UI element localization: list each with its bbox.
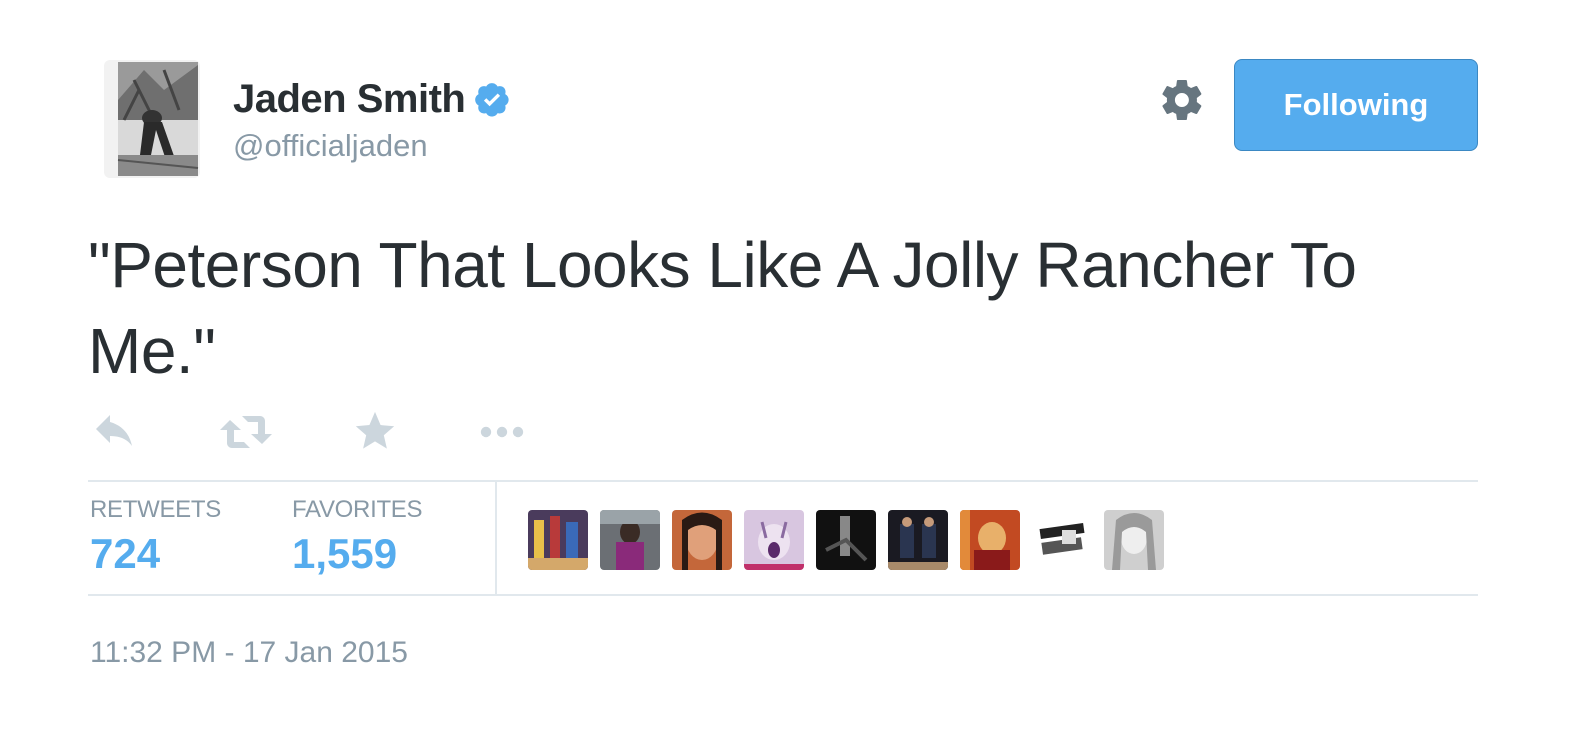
retweets-stat[interactable]: RETWEETS 724 (90, 496, 221, 578)
gear-icon[interactable] (1158, 76, 1206, 124)
following-button[interactable]: Following (1234, 59, 1478, 151)
favorites-label: FAVORITES (292, 496, 423, 523)
verified-badge-icon (473, 80, 511, 118)
favoriter-avatar[interactable] (600, 510, 660, 570)
reply-icon[interactable] (90, 408, 142, 456)
stats-top-divider (88, 480, 1478, 482)
user-handle[interactable]: @officialjaden (233, 128, 511, 164)
favorites-stat[interactable]: FAVORITES 1,559 (292, 496, 423, 578)
stats-bottom-divider (88, 594, 1478, 596)
tweet-timestamp[interactable]: 11:32 PM - 17 Jan 2015 (90, 636, 408, 670)
favoriter-avatar[interactable] (816, 510, 876, 570)
user-info: Jaden Smith @officialjaden (233, 76, 511, 164)
favoriter-avatar[interactable] (1032, 510, 1092, 570)
favoriter-avatar[interactable] (1104, 510, 1164, 570)
favoriter-avatar[interactable] (672, 510, 732, 570)
favoriters-list (528, 510, 1176, 570)
name-row: Jaden Smith (233, 76, 511, 122)
tweet-card: Jaden Smith @officialjaden Following "Pe… (0, 0, 1580, 750)
retweet-icon[interactable] (218, 408, 272, 456)
stats-separator (495, 482, 497, 594)
retweets-count: 724 (90, 530, 161, 577)
favoriter-avatar[interactable] (528, 510, 588, 570)
favoriter-avatar[interactable] (960, 510, 1020, 570)
retweets-label: RETWEETS (90, 496, 221, 523)
favoriter-avatar[interactable] (888, 510, 948, 570)
user-fullname[interactable]: Jaden Smith (233, 77, 466, 122)
tweet-text: "Peterson That Looks Like A Jolly Ranche… (88, 229, 1357, 387)
star-icon[interactable] (352, 408, 404, 456)
favorites-count: 1,559 (292, 530, 398, 577)
favoriter-avatar[interactable] (744, 510, 804, 570)
more-icon[interactable] (476, 408, 528, 456)
user-avatar[interactable] (104, 60, 200, 178)
